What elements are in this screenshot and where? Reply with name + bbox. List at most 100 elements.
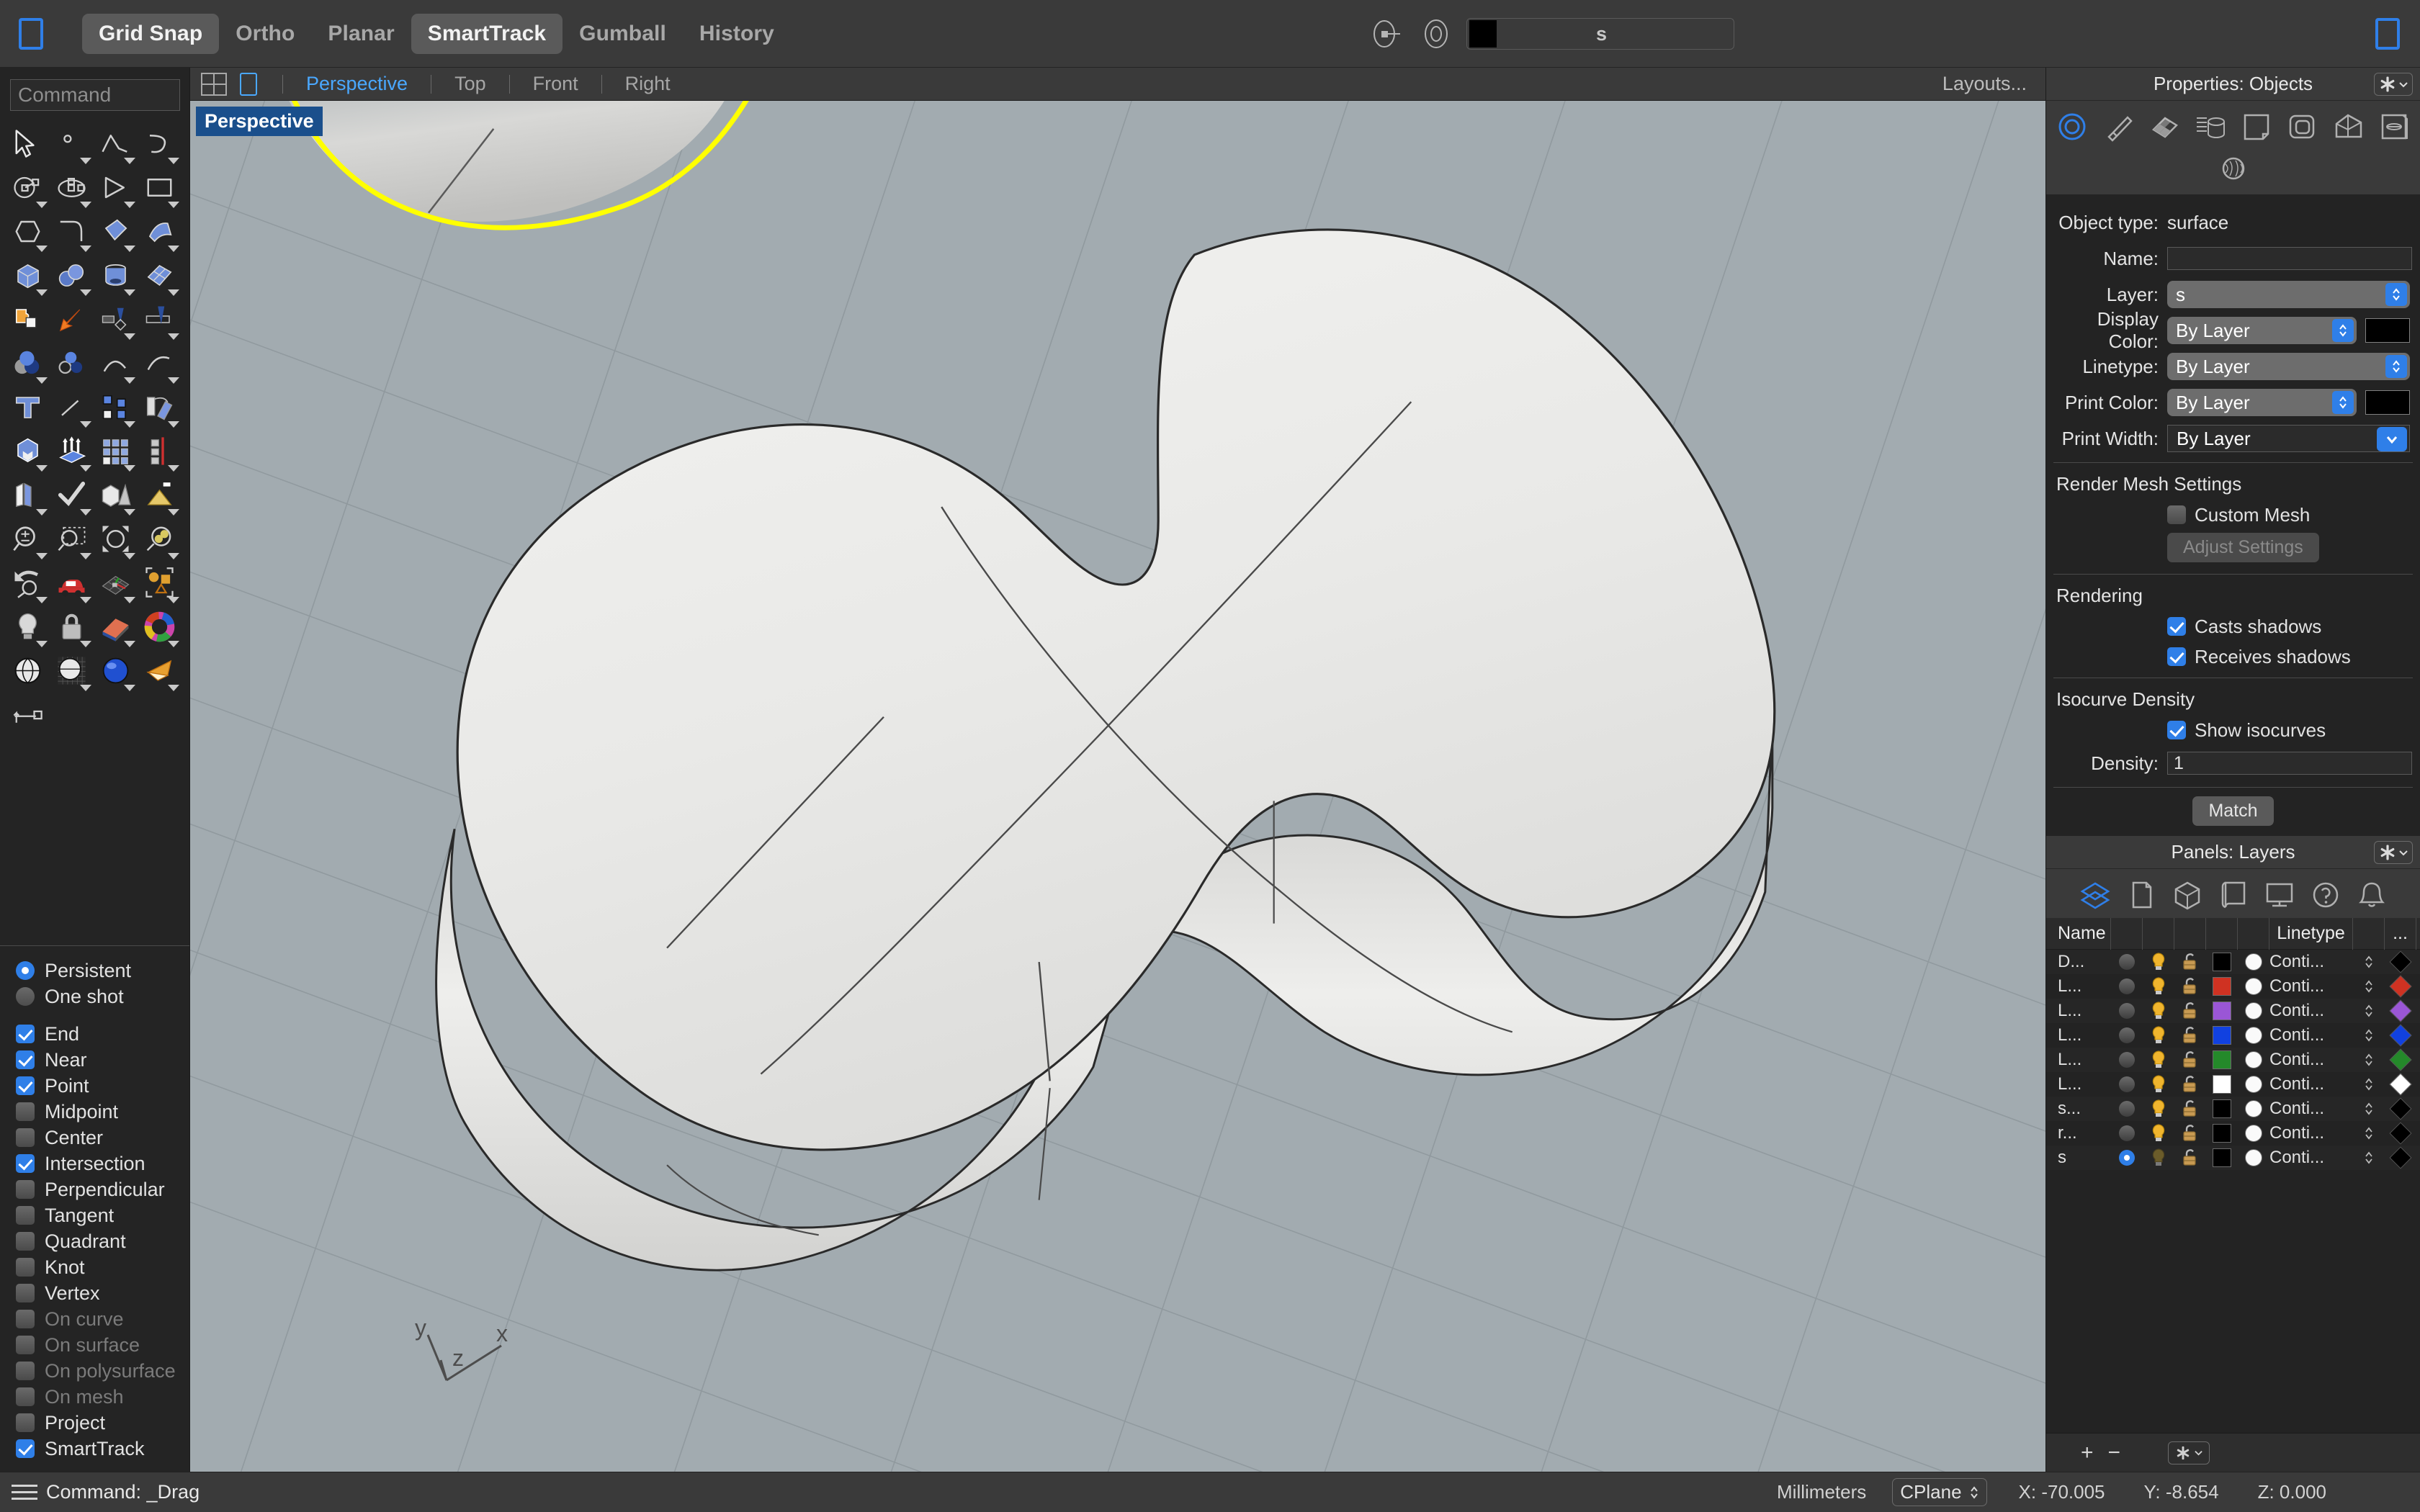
flyout-arrow-icon[interactable] xyxy=(36,246,48,252)
layer-print-color-swatch[interactable] xyxy=(2385,1097,2416,1120)
command-history-menu-icon[interactable] xyxy=(12,1485,37,1500)
layer-name[interactable]: L... xyxy=(2046,1025,2111,1045)
flyout-arrow-icon[interactable] xyxy=(36,641,48,647)
layer-material-swatch[interactable] xyxy=(2238,1149,2269,1166)
layer-name[interactable]: D... xyxy=(2046,952,2111,972)
layer-row[interactable]: s... Conti... [ xyxy=(2046,1097,2420,1121)
layer-color-swatch[interactable] xyxy=(2206,1148,2238,1167)
layer-print-width[interactable]: [ xyxy=(2416,953,2420,971)
layer-color-swatch[interactable] xyxy=(2206,1075,2238,1094)
flyout-arrow-icon[interactable] xyxy=(168,246,179,252)
flyout-arrow-icon[interactable] xyxy=(36,202,48,208)
flyout-arrow-icon[interactable] xyxy=(80,421,91,428)
layer-lock-icon[interactable] xyxy=(2174,1025,2206,1045)
cplane-stepper-icon[interactable] xyxy=(1969,1485,1979,1500)
layer-row[interactable]: L... Conti... [ xyxy=(2046,1048,2420,1072)
notifications-bell-icon[interactable] xyxy=(2352,876,2391,914)
viewport-label[interactable]: Perspective xyxy=(196,107,323,136)
radio[interactable] xyxy=(16,961,35,980)
layer-linetype[interactable]: Conti... xyxy=(2269,1050,2353,1070)
layer-linetype-stepper-icon[interactable] xyxy=(2353,1151,2385,1165)
layer-name[interactable]: L... xyxy=(2046,1050,2111,1070)
layer-color-swatch[interactable] xyxy=(2206,977,2238,996)
boolean-union-icon[interactable] xyxy=(6,342,50,386)
layer-row[interactable]: L... Conti... [ xyxy=(2046,974,2420,999)
layer-name[interactable]: r... xyxy=(2046,1123,2111,1143)
layer-print-color-swatch[interactable] xyxy=(2385,1146,2416,1169)
flyout-arrow-icon[interactable] xyxy=(168,289,179,296)
checkbox[interactable] xyxy=(16,1076,35,1095)
sphere-boolean-icon[interactable] xyxy=(50,254,94,298)
mesh-icon[interactable] xyxy=(2329,108,2368,145)
custom-mesh-row[interactable]: Custom Mesh xyxy=(2046,500,2420,530)
flyout-arrow-icon[interactable] xyxy=(36,509,48,516)
material-icon[interactable] xyxy=(2099,108,2138,145)
layer-current-radio[interactable] xyxy=(2111,1027,2143,1043)
receives-shadows-checkbox[interactable] xyxy=(2167,647,2186,666)
viewport-tab-perspective[interactable]: Perspective xyxy=(296,73,418,95)
layers-column-header-blank-2[interactable] xyxy=(2143,917,2174,950)
flyout-arrow-icon[interactable] xyxy=(80,685,91,691)
layer-current-radio[interactable] xyxy=(2111,1101,2143,1117)
rendered-view-icon[interactable] xyxy=(94,649,138,693)
split-icon[interactable] xyxy=(138,298,182,342)
texture-mapping-icon[interactable] xyxy=(2145,108,2184,145)
osnap-midpoint[interactable]: Midpoint xyxy=(16,1099,189,1125)
layer-linetype[interactable]: Conti... xyxy=(2269,1148,2353,1168)
named-selection-icon[interactable] xyxy=(138,562,182,606)
checkbox[interactable] xyxy=(16,1258,35,1277)
toggle-history[interactable]: History xyxy=(683,14,791,54)
layer-visibility-bulb-icon[interactable] xyxy=(2143,952,2174,972)
layer-material-swatch[interactable] xyxy=(2238,1002,2269,1020)
toggle-gumball[interactable]: Gumball xyxy=(563,14,683,54)
chevron-down-icon[interactable] xyxy=(2377,427,2407,451)
osnap-vertex[interactable]: Vertex xyxy=(16,1280,189,1306)
layer-print-color-swatch[interactable] xyxy=(2385,1073,2416,1096)
flyout-arrow-icon[interactable] xyxy=(124,377,135,384)
stepper-icon[interactable] xyxy=(2385,283,2407,306)
radio[interactable] xyxy=(16,987,35,1006)
layer-visibility-bulb-icon[interactable] xyxy=(2143,1123,2174,1143)
polyline-icon[interactable] xyxy=(94,122,138,166)
page-note-icon[interactable] xyxy=(2237,108,2276,145)
osnap-intersection[interactable]: Intersection xyxy=(16,1151,189,1176)
flyout-arrow-icon[interactable] xyxy=(168,421,179,428)
layer-current-radio[interactable] xyxy=(2111,1150,2143,1166)
layer-print-width[interactable]: [ xyxy=(2416,1050,2420,1069)
layer-color-swatch[interactable] xyxy=(2206,1002,2238,1020)
analysis-icon[interactable] xyxy=(94,474,138,518)
layer-print-color-swatch[interactable] xyxy=(2385,975,2416,998)
layer-print-width[interactable]: [ xyxy=(2416,1148,2420,1167)
adjust-settings-button[interactable]: Adjust Settings xyxy=(2167,533,2319,562)
dimension-icon[interactable] xyxy=(6,693,50,737)
flyout-arrow-icon[interactable] xyxy=(36,597,48,603)
ellipse-icon[interactable] xyxy=(50,166,94,210)
fillet-curve-icon[interactable] xyxy=(50,210,94,254)
display-color-select[interactable]: By Layer xyxy=(2167,317,2357,344)
osnap-mode-persistent[interactable]: Persistent xyxy=(16,958,189,984)
custom-mesh-checkbox[interactable] xyxy=(2167,505,2186,524)
polygon-icon[interactable] xyxy=(6,210,50,254)
layer-row[interactable]: L... Conti... [ xyxy=(2046,1023,2420,1048)
flyout-arrow-icon[interactable] xyxy=(124,333,135,340)
print-color-select[interactable]: By Layer xyxy=(2167,389,2357,416)
layer-linetype[interactable]: Conti... xyxy=(2269,1025,2353,1045)
check-icon[interactable] xyxy=(50,474,94,518)
osnap-knot[interactable]: Knot xyxy=(16,1254,189,1280)
render-mesh-icon[interactable] xyxy=(2214,150,2253,187)
flyout-arrow-icon[interactable] xyxy=(36,553,48,559)
layers-column-header-blank-7[interactable] xyxy=(2353,917,2385,950)
osnap-quadrant[interactable]: Quadrant xyxy=(16,1228,189,1254)
array-icon[interactable] xyxy=(94,430,138,474)
left-panel-toggle-button[interactable] xyxy=(19,17,43,50)
object-properties-icon[interactable] xyxy=(2053,108,2092,145)
layer-current-radio[interactable] xyxy=(2111,978,2143,994)
osnap-smarttrack[interactable]: SmartTrack xyxy=(16,1436,189,1462)
checkbox[interactable] xyxy=(16,1025,35,1043)
checkbox[interactable] xyxy=(16,1180,35,1199)
layer-name[interactable]: L... xyxy=(2046,976,2111,996)
command-input[interactable] xyxy=(10,79,180,111)
layer-properties-icon[interactable] xyxy=(1368,15,1406,53)
zoom-window-icon[interactable] xyxy=(50,518,94,562)
current-layer-selector[interactable]: s xyxy=(1466,18,1734,50)
